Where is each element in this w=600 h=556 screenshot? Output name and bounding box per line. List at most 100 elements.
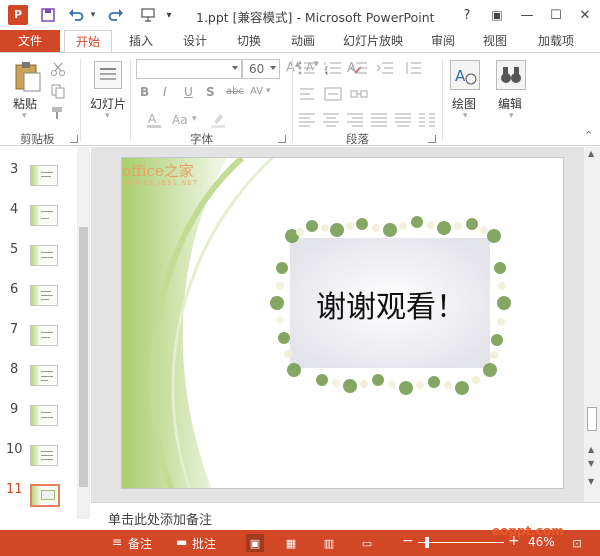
undo-icon[interactable] [66, 4, 86, 26]
font-color-icon[interactable]: A [146, 111, 162, 132]
tab-review[interactable]: 审阅 [420, 30, 466, 52]
font-name-combo[interactable] [136, 59, 242, 79]
zoom-slider-knob[interactable] [425, 537, 429, 548]
slide-dropdown-icon[interactable]: ▾ [105, 111, 110, 121]
paragraph-launcher-icon[interactable] [428, 135, 436, 143]
tab-file[interactable]: 文件 [0, 30, 60, 52]
redo-icon[interactable] [106, 4, 126, 26]
slideshow-icon[interactable] [138, 4, 158, 26]
save-icon[interactable] [38, 4, 58, 26]
zoom-out-button[interactable]: − [402, 533, 414, 549]
bullets-icon[interactable] [298, 61, 316, 78]
maximize-button[interactable]: ☐ [545, 4, 567, 26]
clipboard-launcher-icon[interactable] [70, 135, 78, 143]
tab-insert[interactable]: 插入 [118, 30, 164, 52]
minimize-button[interactable]: — [516, 4, 538, 26]
cut-icon[interactable] [50, 61, 66, 80]
slide-thumbnail[interactable] [30, 445, 58, 466]
slide-thumbnail[interactable] [30, 325, 58, 346]
undo-dropdown-icon[interactable]: ▾ [88, 4, 98, 26]
underline-button[interactable]: U [184, 85, 193, 99]
edit-label[interactable]: 编辑 [498, 95, 522, 112]
notes-toggle-button[interactable]: 备注 [128, 535, 152, 552]
slide[interactable]: office之家 OFFICE.JB51.NET 谢谢观看！ [121, 157, 564, 489]
slideshow-view-icon[interactable]: ▭ [358, 534, 376, 552]
char-spacing-button[interactable]: AV [250, 86, 263, 97]
paste-dropdown-icon[interactable]: ▾ [22, 111, 27, 121]
help-button[interactable]: ? [456, 4, 478, 26]
slide-thumbnail[interactable] [30, 205, 58, 226]
tab-transitions[interactable]: 切换 [226, 30, 272, 52]
decrease-indent-icon[interactable] [350, 61, 368, 78]
edit-dropdown-icon[interactable]: ▾ [509, 111, 514, 121]
fit-to-window-icon[interactable]: ⊡ [568, 534, 586, 552]
line-spacing-icon[interactable] [404, 61, 422, 78]
site-watermark: eoppt.com [492, 524, 564, 538]
distributed-icon[interactable] [394, 113, 412, 130]
canvas-scrollbar[interactable]: ▲ ▲ ▼ ▼ [584, 147, 600, 502]
char-spacing-dropdown-icon[interactable]: ▾ [266, 86, 271, 96]
ribbon-tabs: 文件 开始 插入 设计 切换 动画 幻灯片放映 审阅 视图 加载项 [0, 30, 600, 53]
align-right-icon[interactable] [346, 113, 364, 130]
copy-icon[interactable] [50, 83, 66, 102]
paste-icon[interactable] [14, 61, 42, 93]
tab-home[interactable]: 开始 [64, 30, 112, 53]
align-center-icon[interactable] [322, 113, 340, 130]
ribbon: 粘贴 ▾ 剪贴板 幻灯片 ▾ 60 A▲ A▼ A B I U S abc AV… [0, 52, 600, 146]
slide-thumbnail[interactable] [30, 365, 58, 386]
numbering-icon[interactable] [324, 61, 342, 78]
slide-thumbnail[interactable] [30, 405, 58, 426]
tab-view[interactable]: 视图 [472, 30, 518, 52]
slide-thumbnail[interactable] [30, 285, 58, 306]
strikethrough-button[interactable]: abc [226, 86, 244, 97]
increase-indent-icon[interactable] [376, 61, 394, 78]
notes-placeholder[interactable]: 单击此处添加备注 [108, 509, 212, 528]
slide-label[interactable]: 幻灯片 [90, 95, 126, 112]
ribbon-display-button[interactable]: ▣ [486, 4, 508, 26]
new-slide-icon[interactable] [94, 61, 122, 89]
slide-thumbnail[interactable] [30, 245, 58, 266]
binoculars-icon[interactable] [496, 60, 526, 90]
drawing-label[interactable]: 绘图 [452, 95, 476, 112]
justify-icon[interactable] [370, 113, 388, 130]
smartart-icon[interactable] [350, 87, 368, 104]
change-case-button[interactable]: Aa [172, 113, 188, 127]
bold-button[interactable]: B [140, 85, 149, 99]
font-launcher-icon[interactable] [278, 135, 286, 143]
slide-thumbnail[interactable] [30, 165, 58, 186]
collapse-ribbon-icon[interactable]: ⌃ [584, 129, 593, 142]
highlight-icon[interactable] [210, 111, 226, 132]
align-left-icon[interactable] [298, 113, 316, 130]
font-size-combo[interactable]: 60 [242, 59, 280, 79]
comments-icon[interactable]: ▬ [176, 535, 187, 549]
columns-icon[interactable] [418, 113, 436, 130]
reading-view-icon[interactable]: ▥ [320, 534, 338, 552]
change-case-dropdown-icon[interactable]: ▾ [192, 114, 197, 124]
comments-button[interactable]: 批注 [192, 535, 216, 552]
tab-slideshow[interactable]: 幻灯片放映 [334, 30, 412, 52]
thumbnails-scrollbar[interactable] [77, 147, 90, 519]
slide-sorter-view-icon[interactable]: ▦ [282, 534, 300, 552]
customize-toolbar-icon[interactable]: ▾ [162, 4, 176, 26]
notes-toggle-icon[interactable]: ≡ [112, 535, 122, 549]
tab-addins[interactable]: 加载项 [528, 30, 584, 52]
zoom-slider[interactable] [418, 542, 504, 543]
paste-label[interactable]: 粘贴 [13, 95, 37, 112]
paragraph-group-label: 段落 [346, 132, 369, 146]
tab-design[interactable]: 设计 [172, 30, 218, 52]
svg-text:A: A [148, 112, 157, 126]
text-direction-icon[interactable] [298, 87, 316, 104]
normal-view-icon[interactable]: ▣ [246, 534, 264, 552]
scrollbar-thumb[interactable] [587, 407, 597, 431]
align-text-icon[interactable] [324, 87, 342, 104]
format-painter-icon[interactable] [50, 105, 66, 124]
italic-button[interactable]: I [163, 85, 167, 99]
close-button[interactable]: ✕ [574, 4, 596, 26]
drawing-icon[interactable]: A [450, 60, 480, 90]
slide-title-text[interactable]: 谢谢观看！ [298, 282, 484, 326]
slide-thumbnail-selected[interactable] [30, 484, 60, 507]
status-bar: ≡ 备注 ▬ 批注 ▣ ▦ ▥ ▭ − + 46% ⊡ eoppt.com [0, 524, 600, 556]
drawing-dropdown-icon[interactable]: ▾ [463, 111, 468, 121]
shadow-button[interactable]: S [206, 85, 215, 99]
tab-animations[interactable]: 动画 [280, 30, 326, 52]
